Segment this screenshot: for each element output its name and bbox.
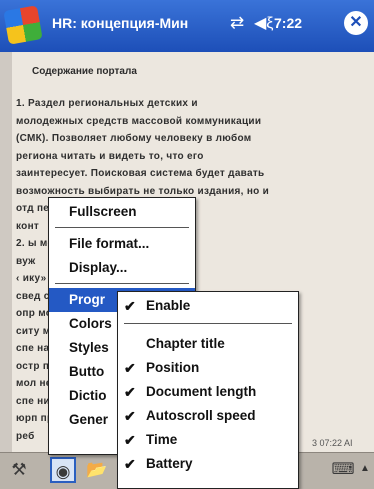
checkmark-icon: ✔: [124, 384, 136, 400]
checkmark-icon: ✔: [124, 432, 136, 448]
open-folder-icon[interactable]: 📂: [84, 457, 110, 483]
submenu-item-battery[interactable]: ✔ Battery: [118, 452, 298, 476]
menu-item-fullscreen[interactable]: Fullscreen: [49, 200, 195, 224]
clock[interactable]: 7:22: [274, 15, 302, 31]
menu-item-display[interactable]: Display...: [49, 256, 195, 280]
menu-item-label: Display...: [69, 260, 128, 275]
document-line: региона читать и видеть то, что его: [16, 150, 204, 162]
volume-icon[interactable]: ◀ξ: [254, 13, 273, 33]
submenu-item-enable[interactable]: ✔ Enable: [118, 294, 298, 318]
submenu-item-document-length[interactable]: ✔ Document length: [118, 380, 298, 404]
checkmark-icon: ✔: [124, 456, 136, 472]
device-screen: HR: концепция-Мин ⇄ ◀ξ 7:22 ✕ Содержание…: [0, 0, 374, 489]
document-line: молодежных средств массовой коммуникации: [16, 115, 262, 127]
menu-item-label: Gener: [69, 412, 109, 427]
submenu-item-label: Position: [146, 360, 200, 375]
menu-separator: [55, 283, 189, 284]
progress-submenu: ✔ Enable Chapter title ✔ Position ✔ Document l…: [117, 291, 299, 489]
document-line: вуж: [16, 255, 36, 267]
checkmark-icon: ✔: [124, 298, 136, 314]
tools-icon[interactable]: ⚒: [6, 457, 32, 483]
document-line: конт: [16, 220, 40, 232]
checkmark-icon: ✔: [124, 408, 136, 424]
document-line: возможность выбирать не только издания, …: [16, 185, 270, 197]
document-line: 1. Раздел региональных детских и: [16, 98, 198, 109]
title-bar: HR: концепция-Мин ⇄ ◀ξ 7:22 ✕: [0, 0, 374, 52]
close-button[interactable]: ✕: [344, 11, 368, 35]
submenu-item-label: Enable: [146, 298, 191, 313]
document-line: реб: [16, 430, 35, 442]
menu-separator: [55, 227, 189, 228]
submenu-item-label: Chapter title: [146, 336, 225, 351]
document-status-time: 3 07:22 AI: [312, 438, 353, 448]
menu-item-label: Progr: [69, 292, 106, 307]
input-panel-arrow-icon[interactable]: ▲: [360, 463, 370, 474]
checkmark-icon: ✔: [124, 360, 136, 376]
submenu-item-label: Time: [146, 432, 178, 447]
menu-item-label: Styles: [69, 340, 109, 355]
connectivity-icon[interactable]: ⇄: [230, 13, 244, 33]
menu-item-label: Fullscreen: [69, 204, 137, 219]
submenu-item-label: Document length: [146, 384, 257, 399]
menu-item-label: Dictio: [69, 388, 107, 403]
submenu-item-label: Battery: [146, 456, 193, 471]
menu-item-label: File format...: [69, 236, 150, 251]
submenu-item-label: Autoscroll speed: [146, 408, 256, 423]
document-line: (СМК). Позволяет любому человеку в любом: [16, 133, 252, 144]
document-heading: Содержание портала: [32, 66, 137, 77]
keyboard-icon[interactable]: ⌨: [330, 457, 356, 483]
view-menu-button[interactable]: ◉: [50, 457, 76, 483]
menu-item-label: Colors: [69, 316, 112, 331]
start-menu-icon[interactable]: [3, 5, 43, 45]
submenu-item-position[interactable]: ✔ Position: [118, 356, 298, 380]
submenu-item-time[interactable]: ✔ Time: [118, 428, 298, 452]
menu-separator: [124, 323, 292, 324]
menu-item-label: Butto: [69, 364, 105, 379]
submenu-item-chapter-title[interactable]: Chapter title: [118, 332, 298, 356]
document-line: заинтересует. Поисковая система будет да…: [16, 168, 265, 179]
submenu-item-autoscroll-speed[interactable]: ✔ Autoscroll speed: [118, 404, 298, 428]
menu-item-file-format[interactable]: File format...: [49, 232, 195, 256]
app-title: HR: концепция-Мин: [52, 15, 189, 31]
